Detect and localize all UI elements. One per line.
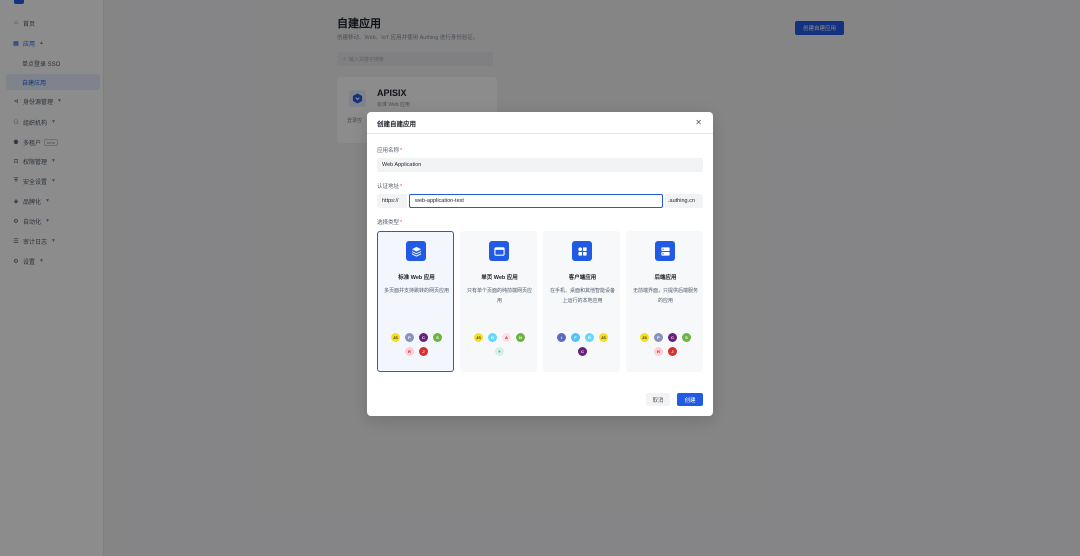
type-title: 单页 Web 应用	[481, 275, 518, 281]
type-card-client[interactable]: 客户端应用 在手机、桌面和其他智能设备上运行的本地应用 i F R JS C	[543, 231, 620, 372]
auth-url-input[interactable]: web-application-test	[409, 194, 663, 208]
server-icon	[655, 241, 675, 261]
php-icon: P	[654, 333, 663, 342]
url-prefix: https://	[377, 194, 407, 208]
nodejs-icon: JS	[391, 333, 400, 342]
nodejs-icon: JS	[640, 333, 649, 342]
flutter-icon: F	[571, 333, 580, 342]
spring-icon: S	[433, 333, 442, 342]
required-mark: *	[400, 220, 403, 226]
js-icon: JS	[599, 333, 608, 342]
create-button[interactable]: 创建	[677, 393, 703, 406]
php-icon: P	[405, 333, 414, 342]
type-card-spa[interactable]: 单页 Web 应用 只有单个页面的纯前端网页应用 JS R A N ▼	[460, 231, 537, 372]
javascript-icon: JS	[474, 333, 483, 342]
nodejs-green-icon: N	[516, 333, 525, 342]
url-suffix: .authing.cn	[665, 194, 703, 208]
java-icon: J	[668, 347, 677, 356]
java-icon: J	[419, 347, 428, 356]
ruby-icon: R	[405, 347, 414, 356]
modal-header: 创建自建应用	[367, 112, 713, 134]
csharp-icon: C	[668, 333, 677, 342]
angular-icon: A	[502, 333, 511, 342]
required-mark: *	[400, 148, 403, 154]
ios-icon: i	[557, 333, 566, 342]
type-title: 客户端应用	[568, 275, 597, 281]
type-desc: 无前端界面，只提供后端服务的应用	[633, 288, 699, 304]
app-name-label: 应用名称*	[377, 148, 403, 154]
csharp-icon: C	[419, 333, 428, 342]
create-app-modal: 创建自建应用 ✕ 应用名称* Web Application 认证地址* htt…	[367, 112, 713, 416]
type-title: 标准 Web 应用	[398, 275, 435, 281]
spring-icon: S	[682, 333, 691, 342]
widgets-icon	[572, 241, 592, 261]
csharp-icon: C	[578, 347, 587, 356]
cancel-button[interactable]: 取消	[646, 393, 670, 406]
auth-url-label: 认证地址*	[377, 184, 403, 190]
type-desc: 在手机、桌面和其他智能设备上运行的本地应用	[550, 288, 616, 304]
react-native-icon: R	[585, 333, 594, 342]
app-name-input[interactable]: Web Application	[377, 158, 703, 172]
type-desc: 只有单个页面的纯前端网页应用	[467, 288, 533, 304]
type-card-backend[interactable]: 后端应用 无前端界面，只提供后端服务的应用 JS P C S R J	[626, 231, 703, 372]
app-type-label: 选择类型*	[377, 220, 403, 226]
react-icon: R	[488, 333, 497, 342]
type-card-standard-web[interactable]: 标准 Web 应用 多页面并支持跳转的网页应用 JS P C S R J	[377, 231, 454, 372]
vue-icon: ▼	[495, 347, 504, 356]
auth-url-row: https:// web-application-test .authing.c…	[377, 194, 703, 208]
close-icon[interactable]: ✕	[695, 118, 702, 128]
browser-icon	[489, 241, 509, 261]
type-desc: 多页面并支持跳转的网页应用	[384, 288, 450, 294]
ruby-icon: R	[654, 347, 663, 356]
type-title: 后端应用	[654, 275, 677, 281]
modal-title: 创建自建应用	[377, 120, 416, 128]
layers-icon	[406, 241, 426, 261]
required-mark: *	[400, 184, 403, 190]
